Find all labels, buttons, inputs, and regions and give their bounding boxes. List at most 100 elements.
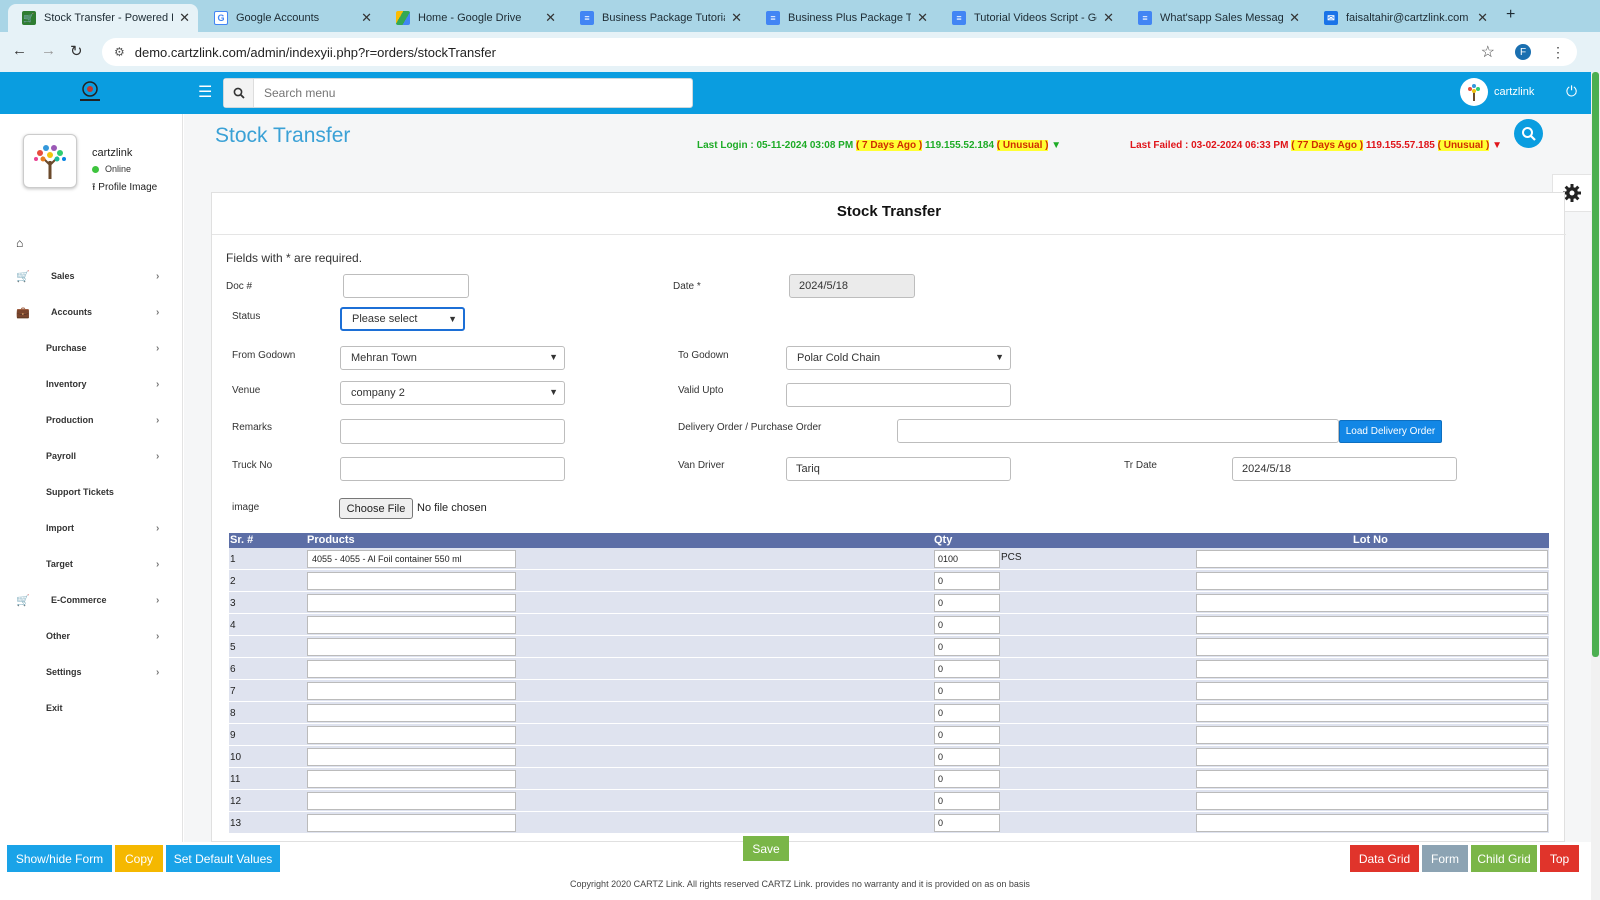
lot-no-input[interactable] [1196,748,1548,766]
qty-input[interactable]: 0 [934,704,1000,722]
to-godown-select[interactable]: Polar Cold Chain ▼ [786,346,1011,370]
qty-input[interactable]: 0 [934,770,1000,788]
sidebar-item-import[interactable]: Import › [0,518,183,538]
form-button[interactable]: Form [1422,845,1468,872]
close-icon[interactable]: ✕ [1477,10,1488,26]
sidebar-item-sales[interactable]: 🛒 Sales › [0,266,183,286]
lot-no-input[interactable] [1196,792,1548,810]
scrollbar-thumb[interactable] [1592,72,1599,657]
browser-tab-business-plus[interactable]: ≡ Business Plus Package Tut ✕ [752,4,936,32]
sidebar-item-settings[interactable]: Settings › [0,662,183,682]
venue-select[interactable]: company 2 ▼ [340,381,565,405]
sidebar-item-purchase[interactable]: Purchase › [0,338,183,358]
sidebar-item-accounts[interactable]: 💼 Accounts › [0,302,183,322]
browser-tab-business-package[interactable]: ≡ Business Package Tutorial ✕ [566,4,750,32]
forward-icon[interactable]: → [41,42,56,59]
product-input[interactable] [307,704,516,722]
choose-file-button[interactable]: Choose File [339,498,413,519]
lot-no-input[interactable] [1196,594,1548,612]
remarks-textarea[interactable] [340,419,565,444]
product-input[interactable] [307,616,516,634]
sidebar-item-inventory[interactable]: Inventory › [0,374,183,394]
browser-tab-stock-transfer[interactable]: 🛒 Stock Transfer - Powered B ✕ [8,4,198,32]
lot-no-input[interactable] [1196,814,1548,832]
browser-menu-icon[interactable]: ⋮ [1551,44,1565,61]
tr-date-input[interactable]: 2024/5/18 [1232,457,1457,481]
qty-input[interactable]: 0 [934,660,1000,678]
close-icon[interactable]: ✕ [179,10,190,26]
browser-tab-whatsapp-sales[interactable]: ≡ What'sapp Sales Messag ✕ [1124,4,1308,32]
reload-icon[interactable]: ↻ [70,42,83,60]
date-input[interactable]: 2024/5/18 [789,274,915,298]
product-input[interactable] [307,660,516,678]
profile-avatar[interactable]: F [1515,44,1531,60]
browser-tab-google-drive[interactable]: Home - Google Drive ✕ [382,4,564,32]
profile-picture[interactable] [23,134,77,188]
page-scrollbar[interactable] [1591,72,1600,900]
site-settings-icon[interactable]: ⚙ [114,45,125,59]
lot-no-input[interactable] [1196,572,1548,590]
truck-no-input[interactable] [340,457,565,481]
profile-image-link[interactable]: ⭱ Profile Image [92,180,157,197]
browser-tab-google-accounts[interactable]: G Google Accounts ✕ [200,4,380,32]
product-input[interactable] [307,792,516,810]
data-grid-button[interactable]: Data Grid [1350,845,1419,872]
product-input[interactable] [307,748,516,766]
product-input[interactable] [307,814,516,832]
valid-upto-input[interactable] [786,383,1011,407]
back-icon[interactable]: ← [12,42,27,59]
delivery-order-input[interactable] [897,419,1339,443]
sidebar-item-ecommerce[interactable]: 🛒 E-Commerce › [0,590,183,610]
browser-tab-mail[interactable]: ✉ faisaltahir@cartzlink.com ✕ [1310,4,1496,32]
status-select[interactable]: Please select ▼ [340,307,465,331]
qty-input[interactable]: 0 [934,594,1000,612]
cartzlink-logo[interactable] [74,80,106,106]
child-grid-button[interactable]: Child Grid [1471,845,1537,872]
hamburger-menu-icon[interactable]: ☰ [198,82,212,102]
sidebar-item-payroll[interactable]: Payroll › [0,446,183,466]
sidebar-item-other[interactable]: Other › [0,626,183,646]
top-button[interactable]: Top [1540,845,1579,872]
lot-no-input[interactable] [1196,638,1548,656]
from-godown-select[interactable]: Mehran Town ▼ [340,346,565,370]
lot-no-input[interactable] [1196,770,1548,788]
close-icon[interactable]: ✕ [917,10,928,26]
copy-button[interactable]: Copy [115,845,163,872]
load-delivery-order-button[interactable]: Load Delivery Order [1339,420,1442,443]
save-button[interactable]: Save [743,836,789,861]
sidebar-item-support-tickets[interactable]: Support Tickets [0,482,183,502]
close-icon[interactable]: ✕ [361,10,372,26]
product-input[interactable] [307,638,516,656]
product-input[interactable] [307,572,516,590]
sidebar-item-target[interactable]: Target › [0,554,183,574]
lot-no-input[interactable] [1196,704,1548,722]
doc-input[interactable] [343,274,469,298]
home-icon[interactable]: ⌂ [16,236,23,250]
new-tab-icon[interactable]: + [1506,6,1515,24]
van-driver-input[interactable]: Tariq [786,457,1011,481]
lot-no-input[interactable] [1196,616,1548,634]
power-icon[interactable]: ⏻ [1566,83,1577,100]
qty-input[interactable]: 0 [934,616,1000,634]
close-icon[interactable]: ✕ [731,10,742,26]
lot-no-input[interactable] [1196,660,1548,678]
product-input[interactable] [307,770,516,788]
product-input[interactable]: 4055 - 4055 - Al Foil container 550 ml [307,550,516,568]
qty-input[interactable]: 0100 [934,550,1000,568]
product-input[interactable] [307,726,516,744]
product-input[interactable] [307,682,516,700]
lot-no-input[interactable] [1196,550,1548,568]
qty-input[interactable]: 0 [934,638,1000,656]
product-input[interactable] [307,594,516,612]
bookmark-star-icon[interactable]: ☆ [1481,42,1495,62]
qty-input[interactable]: 0 [934,726,1000,744]
search-fab-button[interactable] [1514,119,1543,148]
browser-tab-tutorial-videos[interactable]: ≡ Tutorial Videos Script - Go ✕ [938,4,1122,32]
close-icon[interactable]: ✕ [545,10,556,26]
qty-input[interactable]: 0 [934,572,1000,590]
show-hide-form-button[interactable]: Show/hide Form [7,845,112,872]
lot-no-input[interactable] [1196,682,1548,700]
search-menu-input[interactable] [254,80,674,106]
header-user-menu[interactable]: cartzlink [1460,78,1534,106]
search-icon[interactable] [224,79,254,107]
